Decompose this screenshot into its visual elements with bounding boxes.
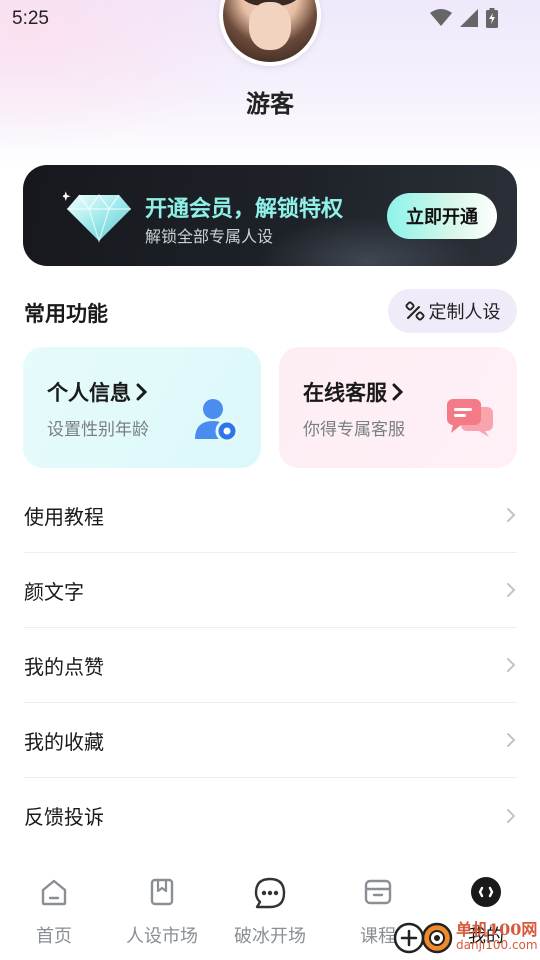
menu-list: 使用教程 颜文字 我的点赞 我的收藏 反馈投诉 <box>24 478 517 853</box>
archive-box-icon <box>364 879 392 905</box>
vip-subtitle: 解锁全部专属人设 <box>145 227 274 246</box>
chevron-right-icon <box>507 583 516 597</box>
user-settings-icon <box>195 399 239 443</box>
chevron-right-icon <box>136 383 148 401</box>
watermark-url: danji100.com <box>456 938 538 952</box>
open-vip-button[interactable]: 立即开通 <box>387 193 497 239</box>
chevron-right-icon <box>507 658 516 672</box>
vip-title: 开通会员，解锁特权 <box>145 197 344 222</box>
tab-home[interactable]: 首页 <box>0 860 108 960</box>
tab-label: 首页 <box>36 926 72 947</box>
chevron-right-icon <box>392 383 404 401</box>
menu-item-my-favorites[interactable]: 我的收藏 <box>24 703 517 778</box>
tab-label: 人设市场 <box>126 926 198 947</box>
chat-bubbles-icon <box>447 399 493 437</box>
battery-charging-icon <box>486 8 498 28</box>
vip-banner[interactable]: 开通会员，解锁特权 解锁全部专属人设 立即开通 <box>23 165 517 266</box>
menu-item-label: 反馈投诉 <box>24 805 104 829</box>
face-icon <box>471 877 501 907</box>
diamond-icon <box>63 191 131 244</box>
personal-info-subtitle: 设置性别年龄 <box>47 420 149 440</box>
customer-service-card[interactable]: 在线客服 你得专属客服 <box>279 347 517 468</box>
chevron-right-icon <box>507 733 516 747</box>
chevron-right-icon <box>507 808 516 823</box>
tab-label: 破冰开场 <box>234 926 306 947</box>
watermark-logo-icon <box>393 922 453 954</box>
custom-persona-button[interactable]: 定制人设 <box>388 289 517 333</box>
menu-item-emoticons[interactable]: 颜文字 <box>24 553 517 628</box>
tab-icebreaker[interactable]: 破冰开场 <box>216 860 324 960</box>
menu-item-feedback[interactable]: 反馈投诉 <box>24 778 517 853</box>
custom-persona-label: 定制人设 <box>428 302 501 323</box>
personal-info-title-text: 个人信息 <box>47 381 131 405</box>
status-icons <box>430 8 498 28</box>
tools-icon <box>404 301 425 321</box>
chevron-right-icon <box>507 508 516 522</box>
customer-service-title-text: 在线客服 <box>303 381 387 405</box>
watermark-text: 单机100网 <box>456 920 538 939</box>
personal-info-title: 个人信息 <box>47 377 149 407</box>
username: 游客 <box>246 90 294 118</box>
home-icon <box>41 879 67 906</box>
status-bar: 5:25 <box>0 0 540 38</box>
tab-persona-market[interactable]: 人设市场 <box>108 860 216 960</box>
personal-info-card[interactable]: 个人信息 设置性别年龄 <box>23 347 261 468</box>
menu-item-label: 颜文字 <box>24 579 84 604</box>
status-time: 5:25 <box>12 8 49 29</box>
wifi-icon <box>430 9 452 26</box>
customer-service-subtitle: 你得专属客服 <box>303 420 405 440</box>
section-title: 常用功能 <box>24 302 108 326</box>
bookmark-icon <box>150 878 174 906</box>
menu-item-label: 我的收藏 <box>24 729 104 754</box>
menu-item-my-likes[interactable]: 我的点赞 <box>24 628 517 703</box>
cellular-signal-icon <box>460 9 478 27</box>
menu-item-tutorial[interactable]: 使用教程 <box>24 478 517 553</box>
customer-service-title: 在线客服 <box>303 377 405 407</box>
chat-dots-icon <box>254 877 286 909</box>
menu-item-label: 使用教程 <box>24 504 104 529</box>
menu-item-label: 我的点赞 <box>24 654 104 679</box>
site-watermark: 单机100网 danji100.com <box>392 912 540 960</box>
